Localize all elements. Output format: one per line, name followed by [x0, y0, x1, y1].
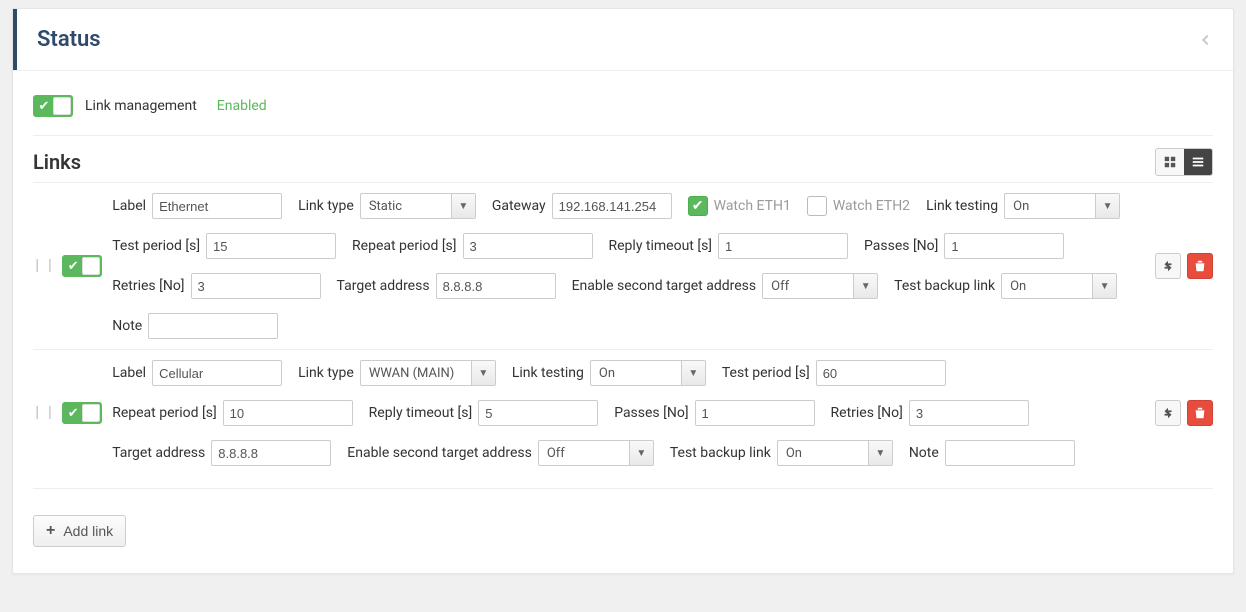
chevron-down-icon[interactable]: ▼ — [681, 361, 705, 385]
field-label: Passes [No] — [614, 405, 688, 421]
divider — [33, 488, 1213, 489]
reply-timeout-input[interactable] — [478, 400, 598, 426]
link-row: | | ✔ Label Link type Static ▼ — [33, 182, 1213, 349]
drag-handle-icon[interactable]: | | — [33, 405, 58, 421]
field-label: Repeat period [s] — [112, 405, 216, 421]
field-label: Link testing — [512, 365, 584, 381]
field-label: Gateway — [492, 198, 546, 214]
move-up-button[interactable] — [1155, 253, 1181, 279]
chevron-down-icon[interactable]: ▼ — [629, 441, 653, 465]
field-label: Target address — [337, 278, 430, 294]
field-label: Test backup link — [894, 278, 995, 294]
panel-status: Status ✔ Link management Enabled Links — [12, 8, 1234, 574]
link-management-status: Enabled — [217, 98, 267, 114]
field-label: Label — [112, 365, 146, 381]
field-label: Label — [112, 198, 146, 214]
label-input[interactable] — [152, 193, 282, 219]
field-label: Link type — [298, 198, 354, 214]
links-title: Links — [33, 150, 81, 174]
watch-eth2-checkbox[interactable] — [807, 196, 827, 216]
note-input[interactable] — [945, 440, 1075, 466]
field-label: Repeat period [s] — [352, 238, 456, 254]
chevron-down-icon[interactable]: ▼ — [471, 361, 495, 385]
field-label: Note — [112, 318, 142, 334]
field-label: Link type — [298, 365, 354, 381]
reply-timeout-input[interactable] — [718, 233, 848, 259]
link-type-select[interactable]: Static ▼ — [360, 193, 476, 219]
plus-icon: + — [46, 522, 55, 540]
link-fields: Label Link type Static ▼ Gateway — [112, 193, 1137, 339]
chevron-down-icon[interactable]: ▼ — [1095, 194, 1119, 218]
view-grid-icon[interactable] — [1156, 149, 1184, 175]
panel-header: Status — [13, 9, 1233, 70]
link-type-select[interactable]: WWAN (MAIN) ▼ — [360, 360, 496, 386]
second-target-select[interactable]: Off ▼ — [762, 273, 878, 299]
target-address-input[interactable] — [211, 440, 331, 466]
repeat-period-input[interactable] — [223, 400, 353, 426]
passes-input[interactable] — [944, 233, 1064, 259]
divider — [33, 135, 1213, 136]
collapse-chevron-icon[interactable] — [1199, 28, 1213, 52]
link-enabled-toggle[interactable]: ✔ — [62, 255, 102, 277]
chevron-down-icon[interactable]: ▼ — [868, 441, 892, 465]
watch-eth1-label: Watch ETH1 — [714, 198, 791, 214]
links-section-header: Links — [33, 148, 1213, 176]
drag-handle-icon[interactable]: | | — [33, 258, 58, 274]
link-enabled-toggle[interactable]: ✔ — [62, 402, 102, 424]
link-fields: Label Link type WWAN (MAIN) ▼ Link testi… — [112, 360, 1137, 466]
chevron-down-icon[interactable]: ▼ — [451, 194, 475, 218]
watch-eth2-label: Watch ETH2 — [833, 198, 910, 214]
note-input[interactable] — [148, 313, 278, 339]
add-link-button[interactable]: + Add link — [33, 515, 126, 547]
view-list-icon[interactable] — [1184, 149, 1212, 175]
link-management-row: ✔ Link management Enabled — [33, 89, 1213, 123]
link-management-toggle[interactable]: ✔ — [33, 95, 73, 117]
chevron-down-icon[interactable]: ▼ — [1092, 274, 1116, 298]
field-label: Reply timeout [s] — [609, 238, 713, 254]
field-label: Enable second target address — [347, 445, 532, 461]
repeat-period-input[interactable] — [463, 233, 593, 259]
retries-input[interactable] — [909, 400, 1029, 426]
gateway-input[interactable] — [552, 193, 672, 219]
retries-input[interactable] — [191, 273, 321, 299]
second-target-select[interactable]: Off ▼ — [538, 440, 654, 466]
field-label: Target address — [112, 445, 205, 461]
label-input[interactable] — [152, 360, 282, 386]
move-up-button[interactable] — [1155, 400, 1181, 426]
field-label: Retries [No] — [112, 278, 184, 294]
link-testing-select[interactable]: On ▼ — [590, 360, 706, 386]
delete-button[interactable] — [1187, 400, 1213, 426]
link-management-label: Link management — [85, 98, 197, 114]
field-label: Test backup link — [670, 445, 771, 461]
watch-eth1-checkbox[interactable]: ✔ — [688, 196, 708, 216]
passes-input[interactable] — [695, 400, 815, 426]
link-row: | | ✔ Label Link type WWAN (MAIN) ▼ — [33, 349, 1213, 476]
target-address-input[interactable] — [436, 273, 556, 299]
field-label: Test period [s] — [722, 365, 810, 381]
test-backup-select[interactable]: On ▼ — [777, 440, 893, 466]
field-label: Link testing — [926, 198, 998, 214]
field-label: Enable second target address — [572, 278, 757, 294]
link-testing-select[interactable]: On ▼ — [1004, 193, 1120, 219]
chevron-down-icon[interactable]: ▼ — [853, 274, 877, 298]
field-label: Passes [No] — [864, 238, 938, 254]
view-switch[interactable] — [1155, 148, 1213, 176]
test-period-input[interactable] — [816, 360, 946, 386]
panel-body: ✔ Link management Enabled Links — [13, 70, 1233, 573]
field-label: Note — [909, 445, 939, 461]
page-title: Status — [37, 27, 101, 52]
field-label: Retries [No] — [831, 405, 903, 421]
delete-button[interactable] — [1187, 253, 1213, 279]
add-link-label: Add link — [63, 523, 113, 539]
field-label: Test period [s] — [112, 238, 200, 254]
field-label: Reply timeout [s] — [369, 405, 473, 421]
test-period-input[interactable] — [206, 233, 336, 259]
test-backup-select[interactable]: On ▼ — [1001, 273, 1117, 299]
